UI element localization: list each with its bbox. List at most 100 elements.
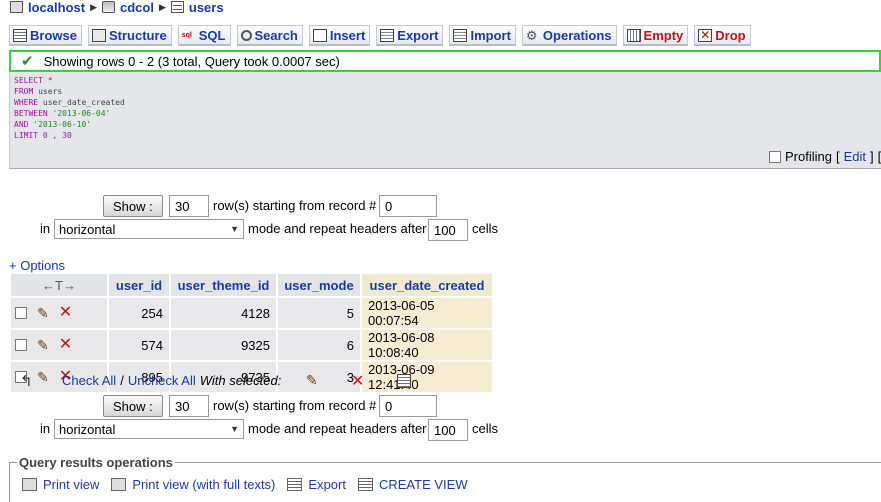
success-text: Showing rows 0 - 2 (3 total, Query took … — [43, 53, 340, 69]
server-icon — [10, 1, 23, 13]
chevron-down-icon: ▼ — [230, 224, 239, 234]
show-button[interactable]: Show : — [103, 195, 163, 217]
structure-icon — [91, 28, 106, 42]
start-record-input[interactable]: 0 — [379, 195, 437, 217]
bulk-selection: Check All / Uncheck All With selected: — [62, 373, 282, 388]
cell-user-mode: 3 — [278, 362, 360, 392]
query-results-operations-legend: Query results operations — [17, 455, 175, 470]
row-checkbox[interactable] — [15, 307, 27, 319]
sql-query-text: SELECT * FROM users WHERE user_date_crea… — [14, 76, 125, 140]
cell-user-theme-id: 9325 — [171, 330, 276, 360]
table-icon — [170, 1, 184, 13]
export-icon — [380, 28, 395, 42]
tab-browse[interactable]: Browse — [9, 25, 82, 46]
bulk-delete-icon[interactable]: ✕ — [351, 374, 364, 390]
tab-operations[interactable]: ⚙ Operations — [521, 25, 617, 46]
in-label: in — [40, 221, 51, 236]
arrow-up-left-icon: ↰ — [20, 373, 33, 390]
column-header-user-theme-id[interactable]: user_theme_id — [171, 274, 276, 296]
uncheck-all-link[interactable]: Uncheck All — [128, 373, 196, 388]
breadcrumb-arrow-icon: ▶ — [90, 1, 97, 12]
options-link[interactable]: + Options — [9, 258, 65, 273]
tab-empty[interactable]: Empty — [622, 25, 689, 46]
empty-icon — [626, 28, 641, 42]
tab-search[interactable]: Search — [236, 25, 303, 46]
display-mode-select[interactable]: horizontal ▼ — [54, 219, 244, 239]
show-button-bottom[interactable]: Show : — [103, 395, 163, 417]
delete-icon[interactable]: ✕ — [59, 337, 72, 353]
column-header-user-id[interactable]: user_id — [109, 274, 169, 296]
edit-pencil-icon[interactable]: ✎ — [37, 369, 49, 386]
breadcrumb-database[interactable]: cdcol — [120, 0, 154, 15]
print-icon — [22, 478, 37, 491]
profiling-controls: Profiling [ Edit ] [ — [769, 149, 881, 164]
operations-icon: ⚙ — [525, 27, 538, 43]
cell-user-mode: 5 — [278, 298, 360, 328]
row-checkbox[interactable] — [15, 339, 27, 351]
in-label-bottom: in — [40, 421, 51, 436]
tab-drop[interactable]: ✕ Drop — [694, 25, 751, 46]
table-row: ✎ ✕ 254 4128 5 2013-06-05 00:07:54 — [11, 298, 492, 328]
cell-user-date-created: 2013-06-05 00:07:54 — [362, 298, 492, 328]
browse-icon — [13, 28, 27, 42]
repeat-headers-input[interactable]: 100 — [428, 219, 468, 241]
cells-label: cells — [472, 221, 499, 236]
tab-sql[interactable]: sql SQL — [177, 25, 231, 46]
tab-import[interactable]: Import — [449, 25, 516, 46]
edit-pencil-icon[interactable]: ✎ — [37, 337, 49, 354]
rows-label-bottom: row(s) starting from record # — [213, 398, 377, 413]
import-icon — [453, 28, 468, 42]
tab-bar: Browse Structure sql SQL Search Insert Ex… — [9, 25, 751, 46]
database-icon — [102, 1, 115, 13]
export-icon — [287, 478, 303, 491]
start-record-input-bottom[interactable]: 0 — [379, 395, 437, 417]
rows-count-input-bottom[interactable]: 30 — [169, 395, 209, 417]
tab-structure[interactable]: Structure — [87, 25, 172, 46]
rows-label: row(s) starting from record # — [213, 198, 377, 213]
delete-icon[interactable]: ✕ — [59, 305, 72, 321]
display-mode-select-bottom[interactable]: horizontal ▼ — [54, 419, 244, 439]
tab-insert[interactable]: Insert — [308, 25, 371, 46]
chevron-down-icon: ▼ — [230, 424, 239, 434]
mode-label-bottom: mode and repeat headers after — [248, 421, 427, 436]
cell-user-date-created: 2013-06-09 12:41:40 — [362, 362, 492, 392]
table-row: ✎ ✕ 574 9325 6 2013-06-08 10:08:40 — [11, 330, 492, 360]
breadcrumb-table[interactable]: users — [189, 0, 224, 15]
mode-label: mode and repeat headers after — [248, 221, 427, 236]
edit-link[interactable]: Edit — [844, 149, 866, 164]
bulk-export-icon[interactable] — [397, 374, 411, 388]
check-all-link[interactable]: Check All — [62, 373, 116, 388]
create-view-link[interactable]: CREATE VIEW — [379, 477, 468, 492]
cell-user-id: 574 — [109, 330, 169, 360]
success-message: ✔ Showing rows 0 - 2 (3 total, Query too… — [9, 50, 881, 72]
breadcrumb: localhost ▶ cdcol ▶ users — [10, 0, 224, 15]
query-results-operations-links: Print view Print view (with full texts) … — [22, 477, 468, 492]
cell-user-id: 254 — [109, 298, 169, 328]
search-icon — [240, 29, 252, 41]
with-selected-label: With selected: — [199, 373, 282, 388]
export-link[interactable]: Export — [308, 477, 346, 492]
breadcrumb-arrow-icon: ▶ — [158, 1, 166, 12]
edit-pencil-icon[interactable]: ✎ — [37, 305, 49, 322]
bulk-edit-icon[interactable]: ✎ — [306, 372, 318, 389]
print-icon — [111, 478, 127, 491]
sql-query-box: SELECT * FROM users WHERE user_date_crea… — [9, 72, 881, 169]
rows-count-input[interactable]: 30 — [169, 195, 209, 217]
column-resize-handle[interactable]: ←T→ — [11, 274, 107, 296]
cell-user-date-created: 2013-06-08 10:08:40 — [362, 330, 492, 360]
cell-user-mode: 6 — [278, 330, 360, 360]
cells-label-bottom: cells — [472, 421, 499, 436]
create-view-icon — [357, 478, 373, 491]
profiling-checkbox[interactable] — [769, 150, 781, 163]
checkmark-icon: ✔ — [21, 53, 34, 70]
column-header-user-date-created[interactable]: user_date_created — [362, 274, 492, 296]
insert-icon — [312, 28, 327, 42]
print-view-link[interactable]: Print view — [43, 477, 99, 492]
breadcrumb-server[interactable]: localhost — [28, 0, 85, 15]
tab-export[interactable]: Export — [376, 25, 444, 46]
column-header-user-mode[interactable]: user_mode — [278, 274, 360, 296]
print-view-full-link[interactable]: Print view (with full texts) — [132, 477, 275, 492]
table-header-row: ←T→ user_id user_theme_id user_mode user… — [11, 274, 492, 296]
cell-user-theme-id: 4128 — [171, 298, 276, 328]
repeat-headers-input-bottom[interactable]: 100 — [428, 419, 468, 441]
